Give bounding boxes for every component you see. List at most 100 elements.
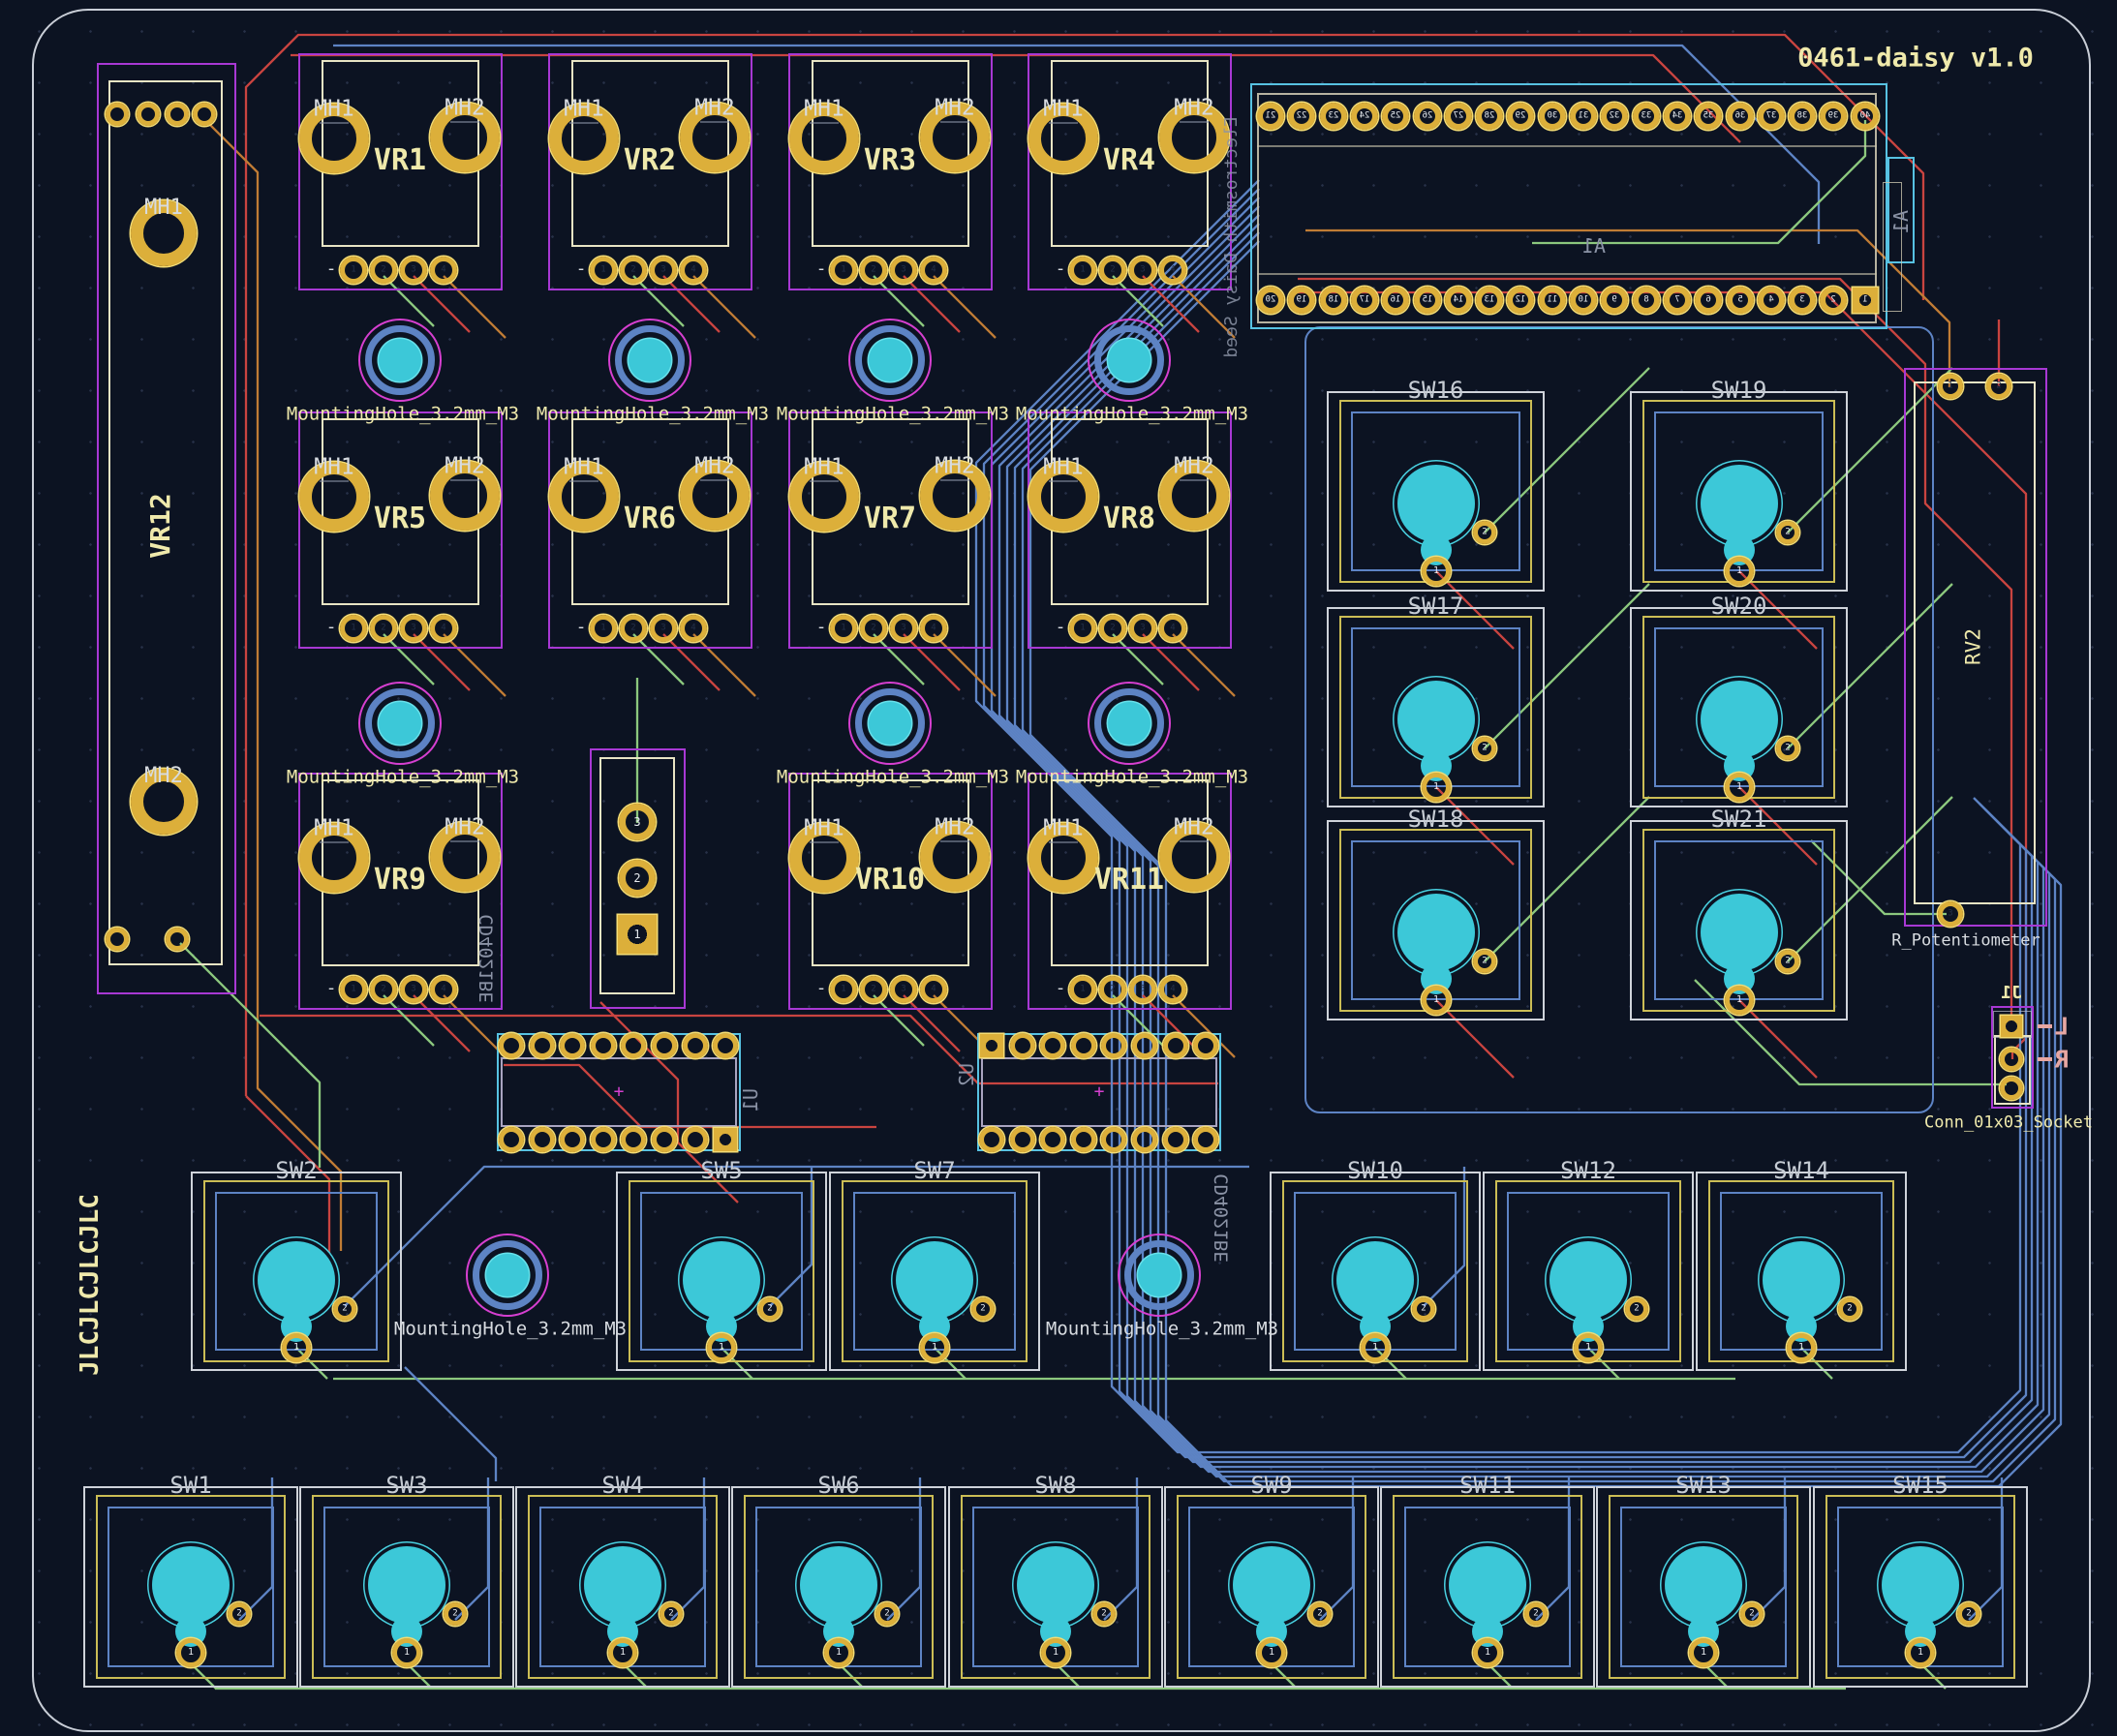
mounting-hole[interactable] [607, 318, 692, 403]
footprint-vr2[interactable]: MH1MH2VR21234- [548, 53, 752, 290]
pad[interactable] [530, 1127, 555, 1152]
mounting-hole[interactable] [357, 318, 443, 403]
pad[interactable] [1071, 1033, 1096, 1058]
footprint-sw18[interactable]: 12SW18 [1327, 820, 1545, 1020]
pad[interactable] [1040, 1127, 1065, 1152]
pad[interactable] [591, 1033, 616, 1058]
mounting-hole-label: MountingHole_3.2mm_M3 [1016, 406, 1248, 424]
footprint-sw15[interactable]: 12SW15 [1813, 1486, 2028, 1688]
pad[interactable] [499, 1127, 524, 1152]
footprint-sw17[interactable]: 12SW17 [1327, 607, 1545, 807]
pad-number: 2 [1785, 958, 1790, 966]
pad[interactable] [621, 1127, 646, 1152]
pad[interactable] [1132, 1033, 1157, 1058]
footprint-sw16[interactable]: 12SW16 [1327, 391, 1545, 592]
footprint-sw21[interactable]: 12SW21 [1630, 820, 1848, 1020]
pad[interactable] [683, 1127, 708, 1152]
pad[interactable] [106, 928, 129, 951]
pad[interactable] [1193, 1127, 1218, 1152]
pad[interactable] [2000, 1077, 2023, 1100]
mounting-hole[interactable] [847, 318, 933, 403]
pad-number: 2 [884, 1610, 889, 1619]
pad[interactable] [1132, 1127, 1157, 1152]
pad-number: 20 [1266, 296, 1276, 305]
footprint-conn3[interactable]: 321 [590, 748, 686, 1009]
pad[interactable] [713, 1033, 738, 1058]
footprint-sw6[interactable]: 12SW6 [731, 1486, 946, 1688]
footprint-vr6[interactable]: MH1MH2VR61234- [548, 411, 752, 649]
pad-number: 1 [1862, 296, 1867, 305]
mounting-hole[interactable] [847, 681, 933, 766]
pad-number: 2 [236, 1610, 241, 1619]
footprint-sw19[interactable]: 12SW19 [1630, 391, 1848, 592]
footprint-sw14[interactable]: 12SW14 [1696, 1172, 1907, 1371]
footprint-sw4[interactable]: 12SW4 [515, 1486, 730, 1688]
pad[interactable] [1040, 1033, 1065, 1058]
mounting-hole[interactable] [465, 1233, 550, 1318]
footprint-vr7[interactable]: MH1MH2VR71234- [788, 411, 993, 649]
pad[interactable] [683, 1033, 708, 1058]
footprint-u2[interactable]: + [977, 1033, 1221, 1151]
pad[interactable] [166, 103, 189, 126]
pad[interactable] [1163, 1127, 1188, 1152]
footprint-vr3[interactable]: MH1MH2VR31234- [788, 53, 993, 290]
pad-1[interactable] [980, 1034, 1003, 1057]
footprint-vr8[interactable]: MH1MH2VR81234- [1028, 411, 1232, 649]
footprint-sw5[interactable]: 12SW5 [616, 1172, 827, 1371]
pad[interactable] [652, 1033, 677, 1058]
pad[interactable] [1193, 1033, 1218, 1058]
footprint-sw20[interactable]: 12SW20 [1630, 607, 1848, 807]
pad[interactable] [1010, 1127, 1035, 1152]
footprint-sw2[interactable]: 12SW2 [191, 1172, 402, 1371]
pad[interactable] [1071, 1127, 1096, 1152]
pad[interactable] [2000, 1048, 2023, 1071]
pad[interactable] [591, 1127, 616, 1152]
sw-ref-label: SW6 [817, 1474, 859, 1497]
footprint-u1[interactable]: + [497, 1033, 741, 1151]
footprint-vr9[interactable]: MH1MH2VR91234- [298, 773, 503, 1010]
pad[interactable] [530, 1033, 555, 1058]
footprint-vr10[interactable]: MH1MH2VR101234- [788, 773, 993, 1010]
footprint-sw11[interactable]: 12SW11 [1380, 1486, 1595, 1688]
mounting-hole[interactable] [1087, 318, 1172, 403]
pad[interactable] [560, 1033, 585, 1058]
pad-number: 38 [1797, 112, 1808, 121]
pad[interactable] [1163, 1033, 1188, 1058]
footprint-a1[interactable]: 2122232425262728293031323334353637383940… [1250, 83, 1887, 329]
footprint-sw9[interactable]: 12SW9 [1164, 1486, 1379, 1688]
pad[interactable] [193, 103, 216, 126]
footprint-vr12[interactable]: MH1MH2VR12 [97, 63, 236, 994]
pad[interactable] [979, 1127, 1004, 1152]
pad[interactable] [166, 928, 189, 951]
footprint-sw3[interactable]: 12SW3 [299, 1486, 514, 1688]
silk-rect [1397, 681, 1475, 758]
mounting-hole[interactable] [357, 681, 443, 766]
footprint-sw8[interactable]: 12SW8 [948, 1486, 1163, 1688]
pad[interactable] [1101, 1033, 1126, 1058]
footprint-sw12[interactable]: 12SW12 [1483, 1172, 1694, 1371]
pad-number: 2 [1847, 1305, 1852, 1314]
footprint-j1[interactable] [1991, 1006, 2034, 1109]
footprint-sw7[interactable]: 12SW7 [829, 1172, 1040, 1371]
pad[interactable] [560, 1127, 585, 1152]
rv2-value-label: R_Potentiometer [1891, 933, 2040, 950]
mh1-label: MH1 [804, 457, 844, 479]
pad[interactable] [137, 103, 160, 126]
mounting-hole[interactable] [1117, 1233, 1202, 1318]
pad[interactable] [1101, 1127, 1126, 1152]
pad[interactable] [652, 1127, 677, 1152]
pad-1[interactable] [2001, 1016, 2022, 1037]
pad[interactable] [106, 103, 129, 126]
footprint-vr1[interactable]: MH1MH2VR11234- [298, 53, 503, 290]
pad-1[interactable] [714, 1128, 737, 1151]
pad[interactable] [621, 1033, 646, 1058]
pad[interactable] [499, 1033, 524, 1058]
footprint-sw13[interactable]: 12SW13 [1596, 1486, 1811, 1688]
pad[interactable] [1010, 1033, 1035, 1058]
footprint-sw10[interactable]: 12SW10 [1270, 1172, 1481, 1371]
mounting-hole[interactable] [1087, 681, 1172, 766]
footprint-vr4[interactable]: MH1MH2VR41234- [1028, 53, 1232, 290]
footprint-vr11[interactable]: MH1MH2VR111234- [1028, 773, 1232, 1010]
footprint-vr5[interactable]: MH1MH2VR51234- [298, 411, 503, 649]
footprint-sw1[interactable]: 12SW1 [83, 1486, 298, 1688]
